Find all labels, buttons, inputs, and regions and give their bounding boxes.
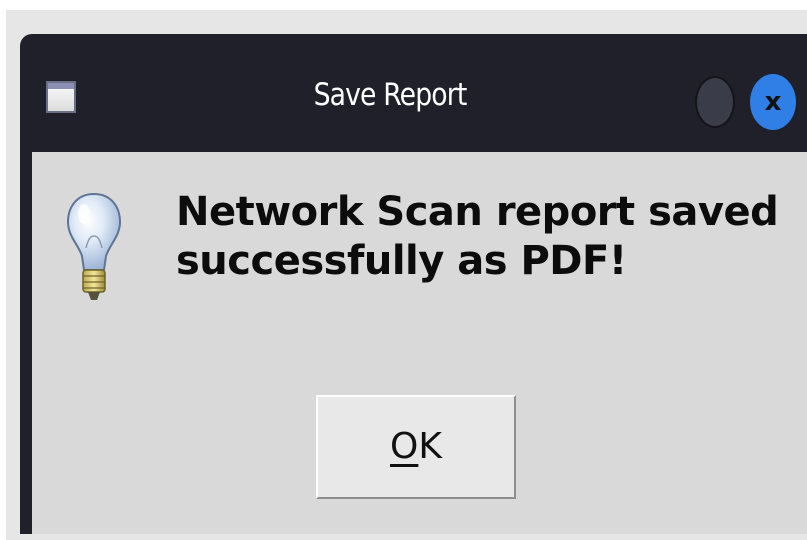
screenshot-page: Save Report x Network Scan report saved … xyxy=(0,0,807,540)
ok-button[interactable]: OK xyxy=(316,395,516,499)
dialog-message: Network Scan report saved successfully a… xyxy=(176,189,779,284)
title-bar[interactable]: Save Report x xyxy=(20,34,807,152)
dialog-window: Save Report x Network Scan report saved … xyxy=(20,34,807,534)
close-icon: x xyxy=(764,87,782,117)
close-button[interactable]: x xyxy=(750,74,796,130)
lightbulb-info-icon xyxy=(66,192,122,300)
ok-label-rest: K xyxy=(418,426,442,467)
dialog-content: Network Scan report saved successfully a… xyxy=(32,152,807,534)
minimize-button[interactable] xyxy=(695,76,735,128)
ok-mnemonic: O xyxy=(390,426,419,467)
ok-button-label: OK xyxy=(390,426,442,467)
window-title: Save Report xyxy=(313,77,468,113)
